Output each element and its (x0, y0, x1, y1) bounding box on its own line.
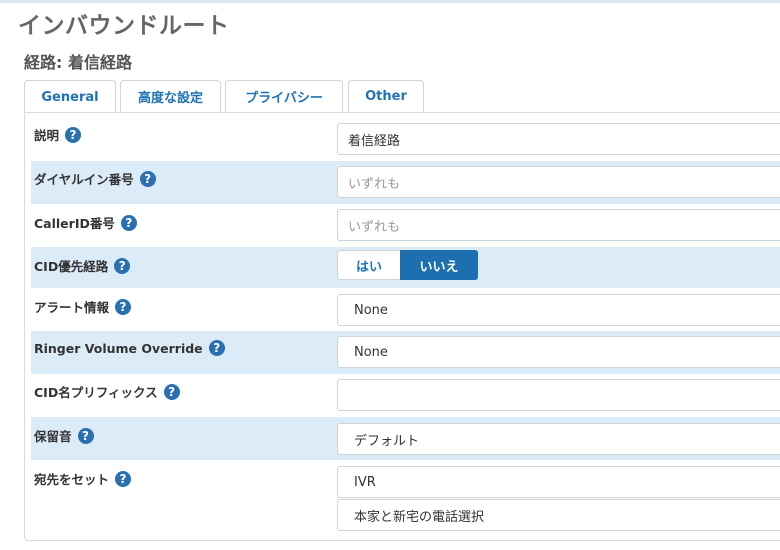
cid-name-prefix-input[interactable] (337, 379, 780, 411)
cid-priority-label-text: CID優先経路 (34, 259, 109, 274)
row-cid-priority: CID優先経路 ? はい いいえ (31, 247, 780, 288)
cid-priority-yes-button[interactable]: はい (337, 250, 400, 280)
tab-other[interactable]: Other (348, 80, 424, 112)
description-input[interactable]: 着信経路 (337, 123, 780, 155)
question-circle-icon[interactable]: ? (139, 170, 156, 187)
general-form-panel: 説明 ? 着信経路 ダイヤルイン番号 ? いずれも CallerID番号 ? い… (24, 112, 780, 541)
question-circle-icon[interactable]: ? (65, 126, 82, 143)
route-name-heading: 経路: 着信経路 (24, 53, 132, 72)
question-circle-icon[interactable]: ? (115, 298, 132, 315)
tab-privacy[interactable]: プライバシー (225, 80, 343, 112)
top-border (0, 0, 780, 3)
description-label: 説明 ? (34, 125, 82, 144)
question-circle-icon[interactable]: ? (114, 257, 131, 274)
question-circle-icon[interactable]: ? (163, 383, 180, 400)
destination-label: 宛先をセット ? (34, 469, 132, 488)
cid-name-prefix-label: CID名プリフィックス ? (34, 382, 180, 401)
did-number-label: ダイヤルイン番号 ? (34, 169, 156, 188)
music-on-hold-label-text: 保留音 (34, 429, 72, 444)
ringer-volume-label-text: Ringer Volume Override (34, 340, 203, 356)
callerid-number-label: CallerID番号 ? (34, 213, 137, 232)
description-label-text: 説明 (34, 128, 60, 143)
question-circle-icon[interactable]: ? (208, 340, 225, 356)
row-destination: 宛先をセット ? IVR 本家と新宅の電話選択 (31, 460, 780, 540)
did-number-input[interactable]: いずれも (337, 166, 780, 198)
cid-priority-no-button[interactable]: いいえ (400, 250, 478, 280)
ringer-volume-select[interactable]: None (337, 336, 780, 368)
destination-label-text: 宛先をセット (34, 472, 110, 487)
tab-general[interactable]: General (24, 80, 116, 113)
row-description: 説明 ? 着信経路 (31, 113, 780, 157)
cid-priority-toggle: はい いいえ (337, 250, 478, 280)
music-on-hold-label: 保留音 ? (34, 426, 94, 445)
row-callerid-number: CallerID番号 ? いずれも (31, 204, 780, 247)
question-circle-icon[interactable]: ? (115, 470, 132, 487)
callerid-number-label-text: CallerID番号 (34, 216, 115, 231)
ringer-volume-label: Ringer Volume Override ? (34, 340, 225, 356)
row-did-number: ダイヤルイン番号 ? いずれも (31, 161, 780, 204)
cid-priority-label: CID優先経路 ? (34, 256, 131, 275)
alert-info-label: アラート情報 ? (34, 297, 132, 316)
alert-info-select[interactable]: None (337, 294, 780, 326)
music-on-hold-select[interactable]: デフォルト (337, 423, 780, 455)
destination-target-select[interactable]: 本家と新宅の電話選択 (337, 499, 780, 531)
question-circle-icon[interactable]: ? (77, 427, 94, 444)
callerid-number-input[interactable]: いずれも (337, 209, 780, 241)
did-number-label-text: ダイヤルイン番号 (34, 172, 134, 187)
row-alert-info: アラート情報 ? None (31, 288, 780, 331)
row-cid-name-prefix: CID名プリフィックス ? (31, 374, 780, 417)
row-music-on-hold: 保留音 ? デフォルト (31, 417, 780, 460)
alert-info-label-text: アラート情報 (34, 300, 110, 315)
tab-advanced-settings[interactable]: 高度な設定 (120, 80, 221, 112)
question-circle-icon[interactable]: ? (120, 214, 137, 231)
row-ringer-volume: Ringer Volume Override ? None (31, 331, 780, 374)
cid-name-prefix-label-text: CID名プリフィックス (34, 385, 158, 400)
page-title: インバウンドルート (18, 13, 230, 39)
destination-type-select[interactable]: IVR (337, 466, 780, 498)
